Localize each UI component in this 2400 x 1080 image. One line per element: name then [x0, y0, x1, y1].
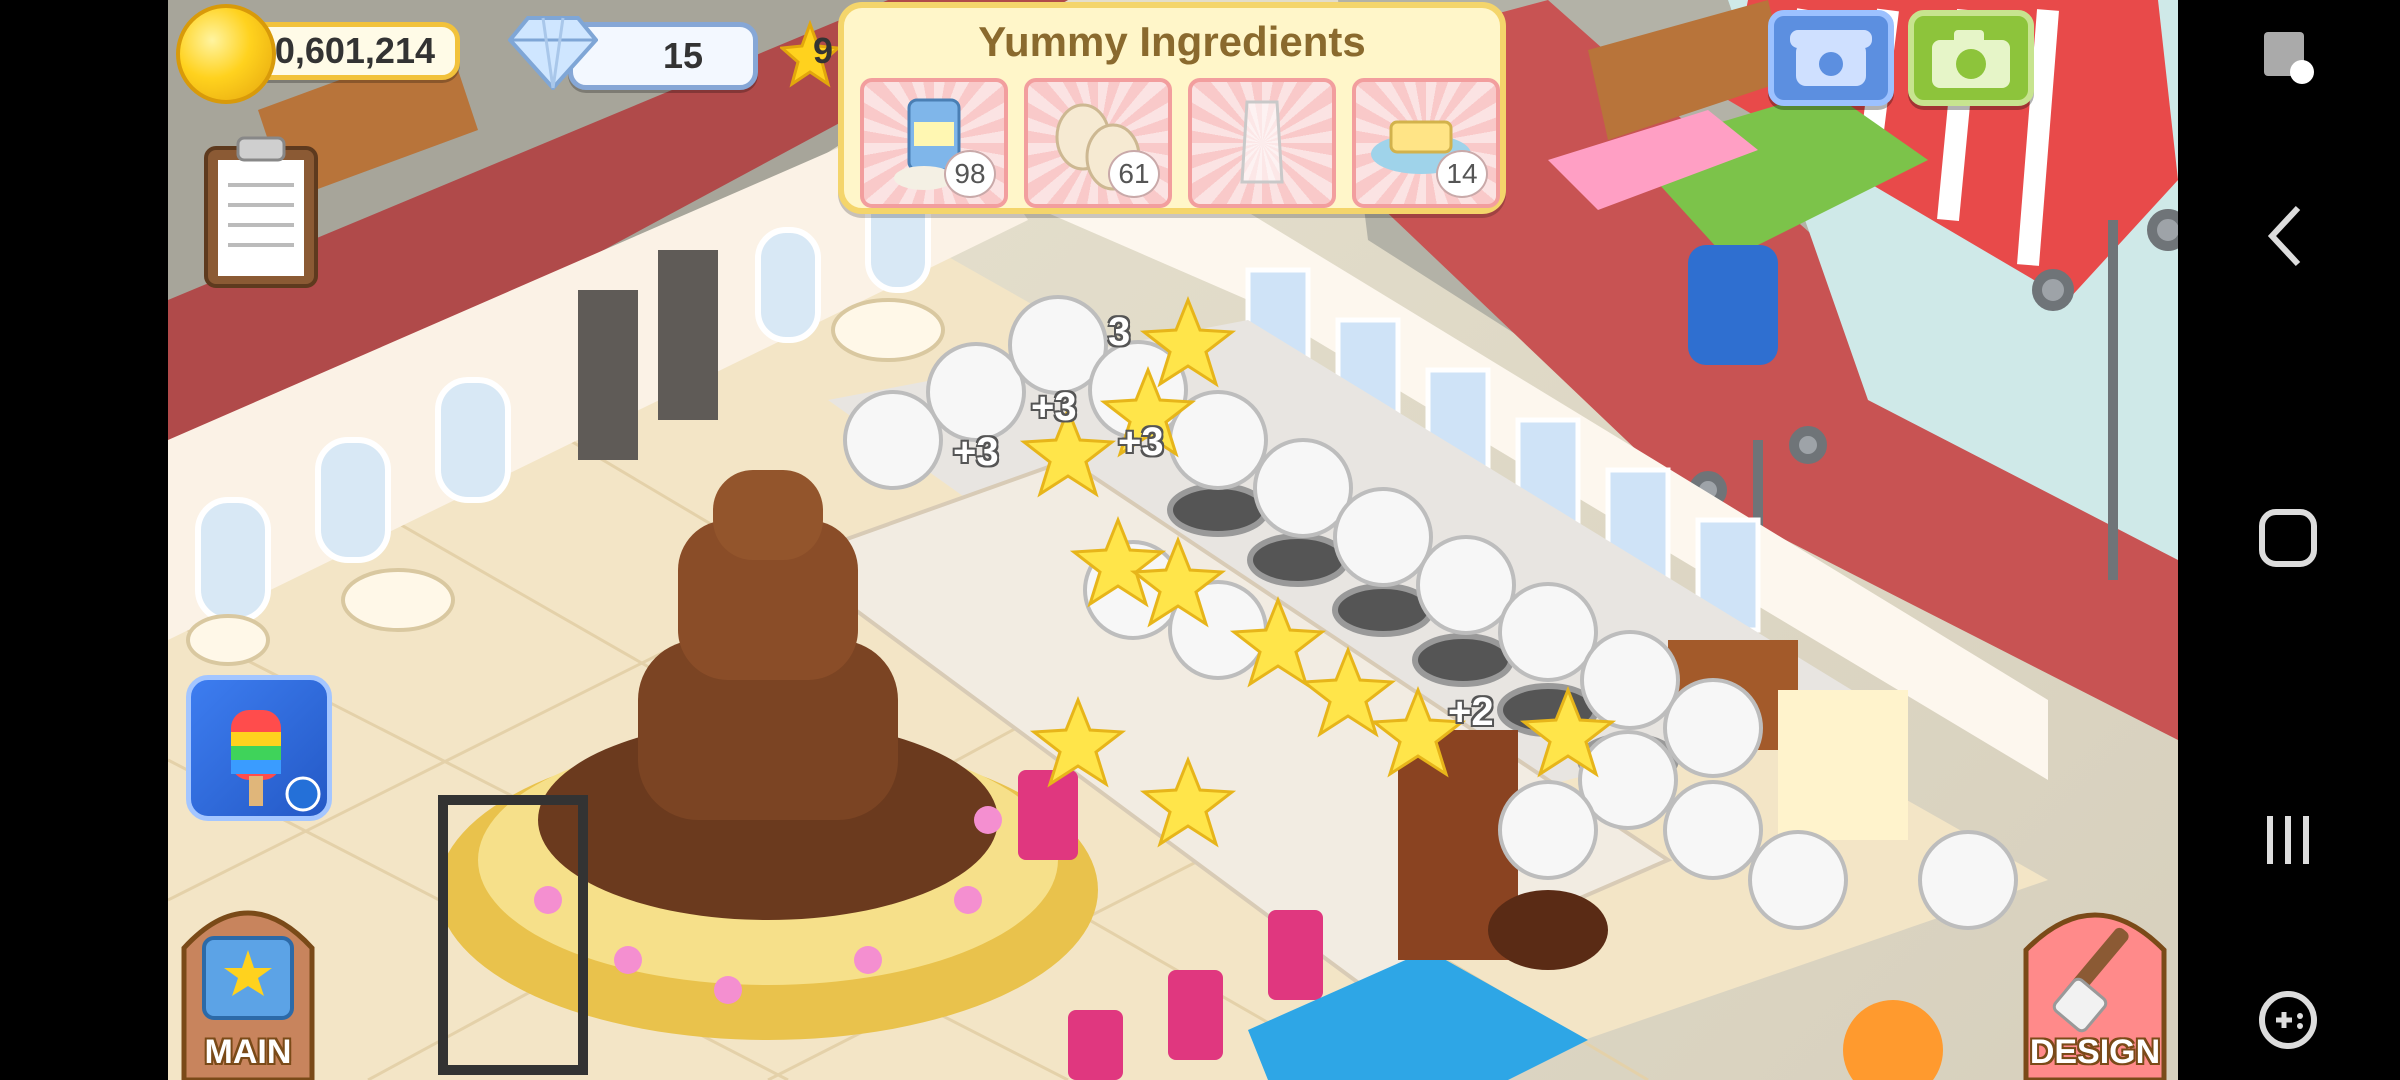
reward-float-text: +3 [953, 430, 999, 474]
mailbox[interactable] [1688, 245, 1778, 365]
reward-float-text: +3 [1118, 420, 1164, 464]
reward-float-text: 3 [1108, 310, 1131, 354]
main-button[interactable]: MAIN [176, 878, 320, 1080]
coin-amount: 40,601,214 [254, 30, 435, 71]
home-icon[interactable] [2248, 498, 2328, 578]
screen-rotate-icon[interactable] [2248, 20, 2328, 100]
candy-cabinet [1778, 690, 1908, 840]
camera-button[interactable] [1908, 10, 2034, 106]
ingredients-title: Yummy Ingredients [978, 18, 1366, 65]
reward-float-text: +3 [1031, 385, 1077, 429]
ingredient-slot-eggs[interactable]: 61 [1024, 78, 1172, 208]
back-icon[interactable] [2248, 196, 2328, 276]
camera-icon [1932, 30, 2010, 88]
puzzle-game-button[interactable] [186, 675, 332, 821]
ingredients-panel[interactable]: Yummy Ingredients 98 61 14 [838, 2, 1506, 214]
reward-float-text: +2 [1448, 690, 1494, 734]
system-nav-bar [2178, 0, 2400, 1080]
ingredient-count: 61 [1108, 150, 1160, 198]
diamond-icon [508, 16, 598, 90]
rainbow-popsicle-icon [231, 710, 321, 812]
star-count-partial: 9 [813, 30, 834, 71]
main-button-label: MAIN [204, 1033, 292, 1071]
chocolate-cake[interactable] [1488, 890, 1608, 970]
ingredient-slot-butter[interactable]: 14 [1352, 78, 1500, 208]
phone-icon [1790, 30, 1872, 86]
ingredient-count: 14 [1436, 150, 1488, 198]
recent-apps-icon[interactable] [2248, 800, 2328, 880]
milk-icon [1240, 100, 1284, 184]
customer-character[interactable] [1843, 1000, 1943, 1080]
ingredient-slot-flour[interactable]: 98 [860, 78, 1008, 208]
game-tools-icon[interactable] [2248, 980, 2328, 1060]
phone-button[interactable] [1768, 10, 1894, 106]
coin-icon [176, 4, 276, 104]
game-viewport[interactable]: +3 +3 +3 +2 3 40,601,214 15 9 Yummy Ingr… [168, 0, 2178, 1080]
gem-amount: 15 [662, 35, 704, 76]
ingredient-slot-milk[interactable] [1188, 78, 1336, 208]
door[interactable] [658, 250, 718, 420]
design-button-label: DESIGN [2029, 1033, 2161, 1071]
door[interactable] [578, 290, 638, 460]
clipboard-button[interactable] [198, 130, 324, 290]
ingredient-count: 98 [944, 150, 996, 198]
design-button[interactable]: DESIGN [2020, 880, 2170, 1080]
